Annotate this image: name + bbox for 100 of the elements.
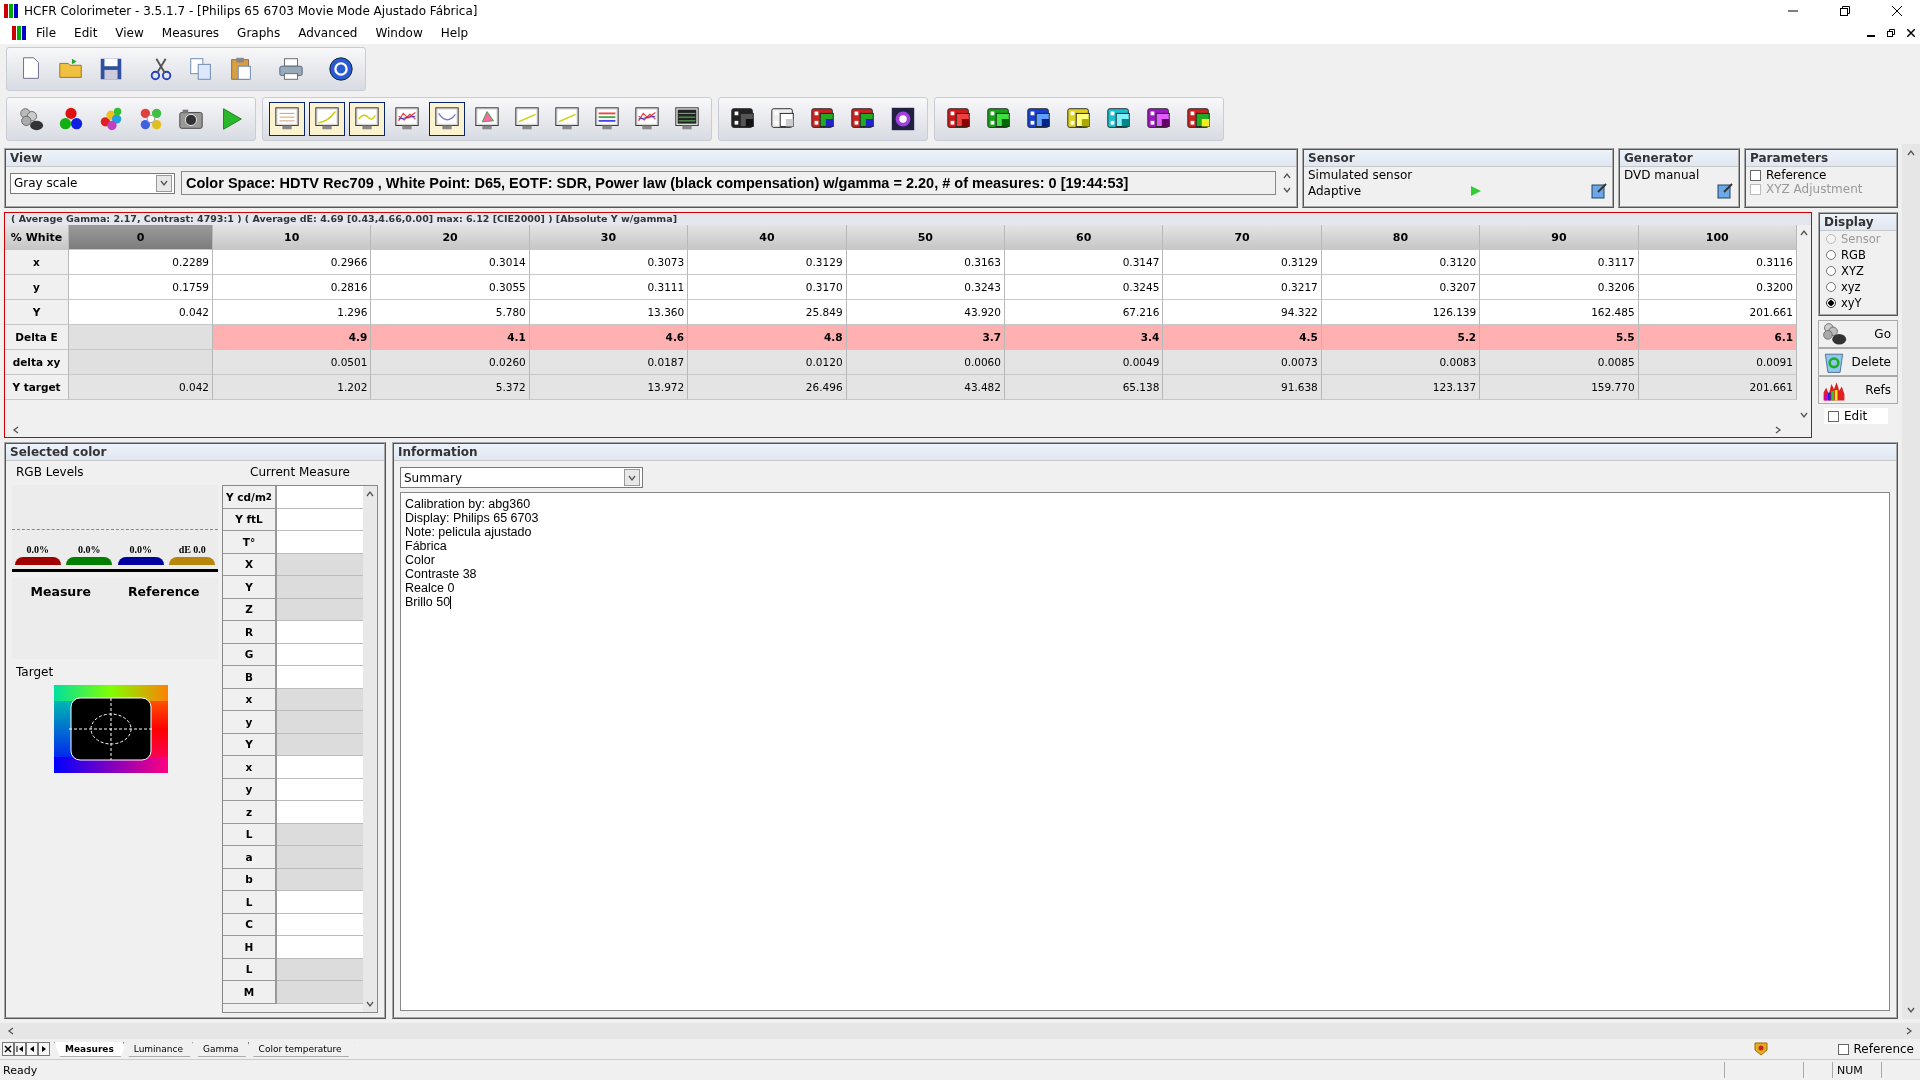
- row-header: T°: [223, 531, 277, 554]
- notes-field[interactable]: Calibration by: abg360 Display: Philips 65 6703 Note: pelicula ajustado Fábrica Color Contraste 38 Realce 0 Brillo 50: [400, 492, 1890, 1011]
- column-header[interactable]: 30: [529, 225, 689, 250]
- next-tab-button[interactable]: [38, 1042, 50, 1056]
- column-header[interactable]: 90: [1480, 225, 1639, 250]
- radio-button[interactable]: xyz: [1820, 279, 1896, 295]
- table-cell: 94.322: [1163, 300, 1322, 325]
- sheet-tab[interactable]: Measures: [54, 1041, 127, 1057]
- column-header[interactable]: 100: [1638, 225, 1797, 250]
- close-icon[interactable]: [1892, 6, 1902, 16]
- window-title: HCFR Colorimeter - 3.5.1.7 - [Philips 65 6703 Movie Mode Ajustado Fábrica]: [24, 4, 479, 18]
- menu-item[interactable]: Help: [432, 24, 477, 42]
- column-header[interactable]: 70: [1163, 225, 1322, 250]
- action-button[interactable]: Delete: [1818, 348, 1898, 376]
- row-header: Delta E: [5, 325, 69, 350]
- column-header[interactable]: 50: [846, 225, 1005, 250]
- column-header[interactable]: 0: [69, 225, 213, 250]
- column-label: Reference: [128, 584, 200, 599]
- table-cell: 0.3014: [371, 250, 530, 275]
- table-cell: 4.6: [529, 325, 689, 350]
- column-header[interactable]: 10: [213, 225, 372, 250]
- mode-dropdown[interactable]: Gray scale: [10, 172, 175, 194]
- text-line: Color: [405, 553, 436, 567]
- row-header: x: [223, 688, 277, 711]
- scroll-down-icon[interactable]: [1906, 1005, 1916, 1015]
- scroll-left-icon[interactable]: [6, 1026, 16, 1036]
- first-tab-button[interactable]: [14, 1042, 26, 1056]
- menu-item[interactable]: File: [28, 24, 65, 42]
- scroll-right-icon[interactable]: [1904, 1026, 1914, 1036]
- restore-icon[interactable]: [1840, 6, 1850, 16]
- table-cell: 0.0120: [688, 350, 847, 375]
- action-button[interactable]: Refs: [1818, 376, 1898, 404]
- spin-up-icon[interactable]: [1282, 171, 1292, 181]
- scroll-right-icon[interactable]: [1773, 425, 1783, 435]
- bar-label: 0.0%: [78, 544, 101, 555]
- toolbar-button[interactable]: [269, 102, 305, 136]
- menu-item[interactable]: Measures: [153, 24, 228, 42]
- table-cell: 0.3120: [1321, 250, 1481, 275]
- table-cell: 126.139: [1321, 300, 1481, 325]
- radio-button[interactable]: XYZ: [1820, 263, 1896, 279]
- table-cell: 6.1: [1638, 325, 1797, 350]
- radio-button[interactable]: RGB: [1820, 247, 1896, 263]
- table-cell: 0.2289: [69, 250, 213, 275]
- previous-tab-button[interactable]: [26, 1042, 38, 1056]
- restore-icon[interactable]: [1887, 29, 1895, 37]
- column-header[interactable]: 80: [1321, 225, 1481, 250]
- column-header[interactable]: 20: [371, 225, 530, 250]
- checkbox[interactable]: Reference: [1750, 168, 1892, 182]
- menu-item[interactable]: Advanced: [290, 24, 366, 42]
- menu-item[interactable]: Window: [367, 24, 431, 42]
- menu-item[interactable]: Edit: [66, 24, 106, 42]
- table-cell: 0.2816: [213, 275, 372, 300]
- table-cell: 0.3111: [529, 275, 689, 300]
- close-tab-button[interactable]: [2, 1042, 14, 1056]
- config-icon[interactable]: [1716, 182, 1734, 200]
- toolbar-button[interactable]: [309, 102, 345, 136]
- menu-item[interactable]: View: [107, 24, 152, 42]
- table-cell: 159.770: [1480, 375, 1639, 400]
- close-icon[interactable]: [1907, 29, 1915, 37]
- table-cell: 1.202: [213, 375, 372, 400]
- menu-item[interactable]: Graphs: [229, 24, 289, 42]
- row-header: x: [223, 756, 277, 779]
- bar-label: 0.0%: [26, 544, 49, 555]
- column-header: % White: [5, 225, 69, 250]
- column-header[interactable]: 40: [688, 225, 847, 250]
- scroll-down-icon[interactable]: [1799, 410, 1809, 420]
- checkbox[interactable]: Reference: [1837, 1042, 1914, 1056]
- num-lock-indicator: NUM: [1832, 1062, 1881, 1078]
- sensor-name: Simulated sensor: [1308, 168, 1414, 182]
- scroll-left-icon[interactable]: [11, 425, 21, 435]
- group-title: Sensor: [1304, 150, 1612, 167]
- config-icon[interactable]: [1590, 182, 1608, 200]
- row-header: a: [223, 846, 277, 869]
- spin-down-icon[interactable]: [1282, 185, 1292, 195]
- print-icon: [277, 55, 305, 83]
- row-header: Y: [223, 576, 277, 599]
- panel-title: Selected color: [6, 444, 384, 461]
- radio-button[interactable]: xyY: [1820, 295, 1896, 311]
- group-title: Generator: [1620, 150, 1738, 167]
- scroll-up-icon[interactable]: [1799, 228, 1809, 238]
- table-cell: 26.496: [688, 375, 847, 400]
- column-header[interactable]: 60: [1005, 225, 1164, 250]
- row-header: B: [223, 666, 277, 689]
- info-text: Color Space: HDTV Rec709 , White Point: D65, EOTF: SDR, Power law (black compensation) w/gamma = 2.20, # of measures: 0 [19:44:53]: [181, 171, 1276, 195]
- checkbox[interactable]: Edit: [1824, 408, 1888, 424]
- app-icon[interactable]: [12, 26, 26, 40]
- action-button[interactable]: Go: [1818, 320, 1898, 348]
- table-cell: 123.137: [1321, 375, 1481, 400]
- row-header: Y ftL: [223, 508, 277, 531]
- table-cell: 91.638: [1163, 375, 1322, 400]
- scroll-up-icon[interactable]: [365, 489, 375, 499]
- scroll-down-icon[interactable]: [365, 999, 375, 1009]
- info-dropdown[interactable]: Summary: [400, 467, 643, 488]
- sheet-tab[interactable]: Color temperature: [247, 1041, 355, 1057]
- section-label: Current Measure: [249, 465, 351, 481]
- scroll-up-icon[interactable]: [1906, 148, 1916, 158]
- toolbar-button[interactable]: [429, 102, 465, 136]
- section-label: RGB Levels: [15, 465, 85, 479]
- table-cell: 5.372: [371, 375, 530, 400]
- toolbar-button[interactable]: [349, 102, 385, 136]
